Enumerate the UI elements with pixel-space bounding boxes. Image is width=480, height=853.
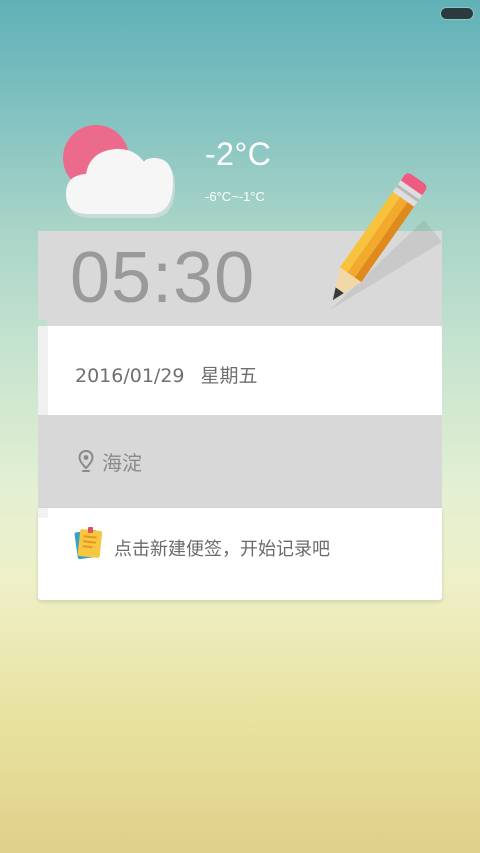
clock-time: 05:30 <box>70 238 256 318</box>
location-name: 海淀 <box>102 451 142 475</box>
fold-shadow <box>38 326 48 415</box>
new-note-hint: 点击新建便签，开始记录吧 <box>114 539 330 560</box>
temperature-range: -6°C~-1°C <box>205 189 265 204</box>
pencil-icon <box>330 173 442 310</box>
new-note-panel[interactable]: 点击新建便签，开始记录吧 <box>38 508 442 600</box>
note-icon <box>74 527 103 560</box>
battery-icon <box>441 8 473 19</box>
partly-cloudy-icon[interactable] <box>58 120 178 220</box>
fold-shadow <box>38 508 48 518</box>
date-panel[interactable]: 2016/01/29 星期五 <box>38 326 442 415</box>
weekday-value: 星期五 <box>200 365 258 387</box>
location-panel[interactable]: 海淀 <box>38 415 442 508</box>
date-value: 2016/01/29 <box>75 365 185 387</box>
date-row: 2016/01/29 星期五 <box>75 361 258 388</box>
location-pin-icon <box>78 450 94 472</box>
current-temperature: -2°C <box>205 136 272 172</box>
